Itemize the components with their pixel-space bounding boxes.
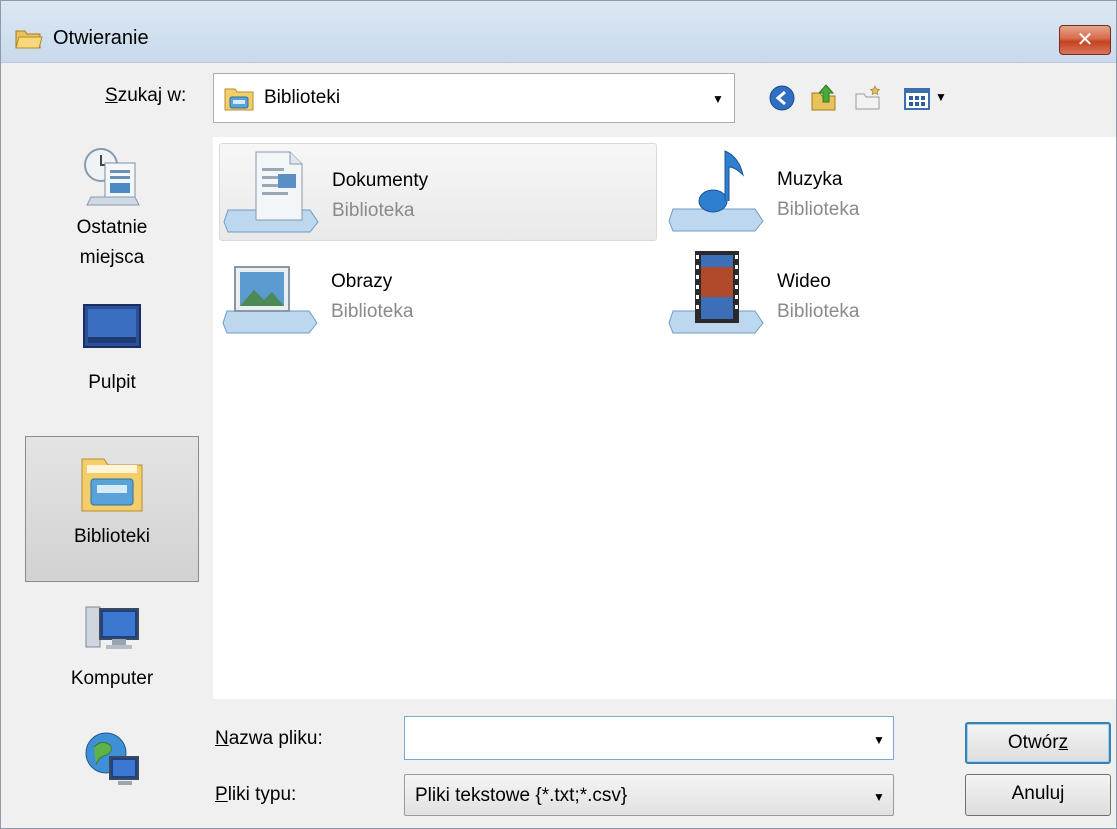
library-name: Muzyka: [777, 169, 843, 190]
filetype-label: Pliki typu:: [215, 784, 297, 805]
title-bar[interactable]: Otwieranie ✕: [1, 1, 1116, 63]
back-icon[interactable]: [767, 83, 797, 113]
list-item-dokumenty[interactable]: Dokumenty Biblioteka: [219, 143, 657, 241]
list-item-obrazy[interactable]: Obrazy Biblioteka: [219, 245, 657, 343]
place-desktop[interactable]: Pulpit: [25, 287, 199, 402]
list-item-muzyka[interactable]: Muzyka Biblioteka: [665, 143, 1103, 241]
library-name: Wideo: [777, 271, 831, 292]
place-recent-places[interactable]: Ostatnie miejsca: [25, 137, 199, 272]
chevron-down-icon: ▼: [712, 92, 724, 106]
filetype-value: Pliki tekstowe {*.txt;*.csv}: [415, 785, 628, 806]
library-name: Obrazy: [331, 271, 393, 292]
library-type: Biblioteka: [331, 301, 414, 322]
chevron-down-icon[interactable]: ▼: [873, 733, 885, 747]
computer-icon: [85, 606, 139, 649]
look-in-combo[interactable]: Biblioteki ▼: [213, 73, 735, 123]
close-button[interactable]: ✕: [1059, 25, 1111, 55]
place-label: Biblioteki: [73, 526, 151, 547]
pictures-library-icon: [222, 266, 318, 334]
list-item-wideo[interactable]: Wideo Biblioteka: [665, 245, 1103, 343]
places-bar: Ostatnie miejsca Pulpit Biblioteki Kompu…: [25, 137, 199, 809]
look-in-label: Szukaj w:: [105, 85, 187, 106]
open-button[interactable]: Otwórz: [965, 722, 1111, 764]
window-title: Otwieranie: [53, 27, 149, 49]
view-dropdown-chevron-icon[interactable]: ▼: [935, 90, 947, 104]
chevron-down-icon: ▼: [873, 790, 885, 804]
filename-label: Nazwa pliku:: [215, 728, 323, 749]
libraries-icon: [81, 458, 143, 512]
file-list-view[interactable]: Dokumenty Biblioteka Muzyka Biblioteka O…: [213, 137, 1116, 699]
network-icon: [85, 732, 139, 785]
folder-open-icon: [15, 30, 43, 49]
place-network[interactable]: [25, 721, 199, 801]
library-type: Biblioteka: [777, 301, 860, 322]
libraries-folder-icon: [224, 88, 254, 111]
place-label: Pulpit: [88, 372, 136, 393]
view-menu-icon[interactable]: [903, 83, 931, 113]
desktop-icon: [83, 304, 141, 348]
place-libraries[interactable]: Biblioteki: [25, 436, 199, 582]
look-in-value: Biblioteki: [264, 87, 341, 108]
place-label: Ostatnie: [76, 217, 148, 238]
library-type: Biblioteka: [332, 200, 415, 221]
place-label: Komputer: [70, 668, 154, 689]
library-name: Dokumenty: [332, 170, 429, 191]
filename-input[interactable]: ▼: [404, 716, 894, 760]
library-type: Biblioteka: [777, 199, 860, 220]
up-folder-icon[interactable]: [809, 83, 839, 113]
music-library-icon: [668, 150, 764, 232]
place-computer[interactable]: Komputer: [25, 595, 199, 707]
documents-library-icon: [223, 151, 319, 233]
video-library-icon: [668, 251, 764, 334]
place-label: miejsca: [79, 247, 145, 268]
recent-places-icon: [84, 148, 140, 206]
filetype-select[interactable]: Pliki tekstowe {*.txt;*.csv} ▼: [404, 774, 894, 816]
open-file-dialog: Otwieranie ✕ Szukaj w: Biblioteki ▼ ▼ Os…: [0, 0, 1117, 829]
cancel-button[interactable]: Anuluj: [965, 774, 1111, 816]
new-folder-icon[interactable]: [853, 83, 883, 113]
